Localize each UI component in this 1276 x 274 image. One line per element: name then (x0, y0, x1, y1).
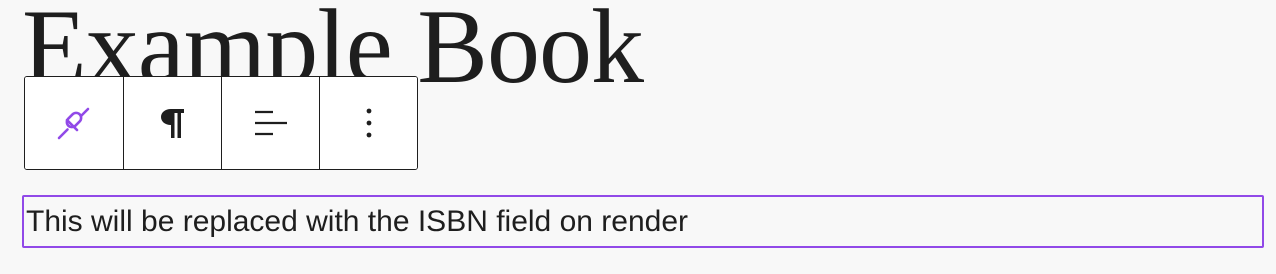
paragraph-block-button[interactable] (123, 77, 221, 169)
block-toolbar (24, 76, 418, 170)
options-button[interactable] (319, 77, 417, 169)
link-connected-icon (56, 105, 92, 141)
editor-canvas: Example Book This will be replaced with … (0, 0, 1276, 274)
align-text-button[interactable] (221, 77, 319, 169)
isbn-paragraph-block[interactable]: This will be replaced with the ISBN fiel… (22, 195, 1264, 248)
paragraph-icon (158, 106, 188, 140)
isbn-block-text[interactable]: This will be replaced with the ISBN fiel… (26, 205, 688, 239)
more-vertical-icon (365, 106, 373, 140)
align-left-icon (254, 109, 288, 137)
block-bindings-button[interactable] (25, 77, 123, 169)
